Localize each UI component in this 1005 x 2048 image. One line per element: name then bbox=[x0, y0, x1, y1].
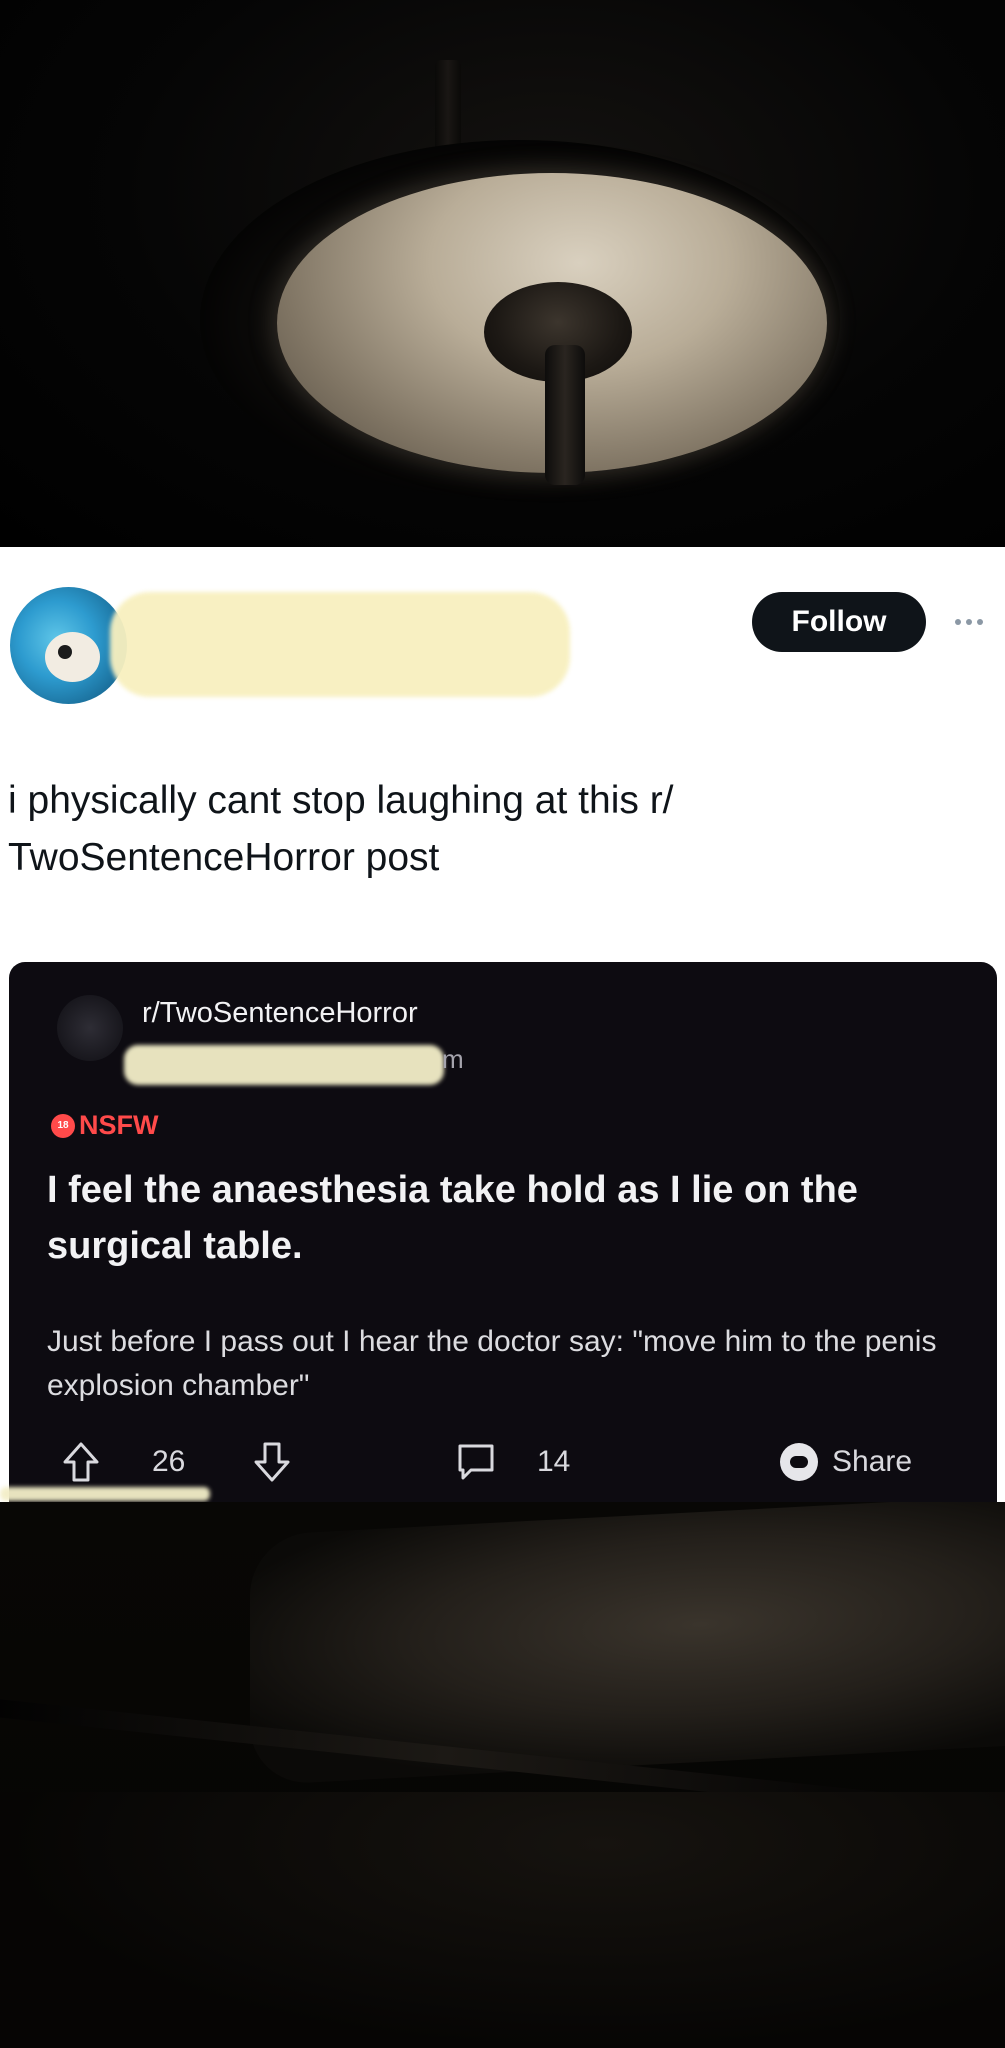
vote-score: 26 bbox=[152, 1445, 186, 1478]
share-button[interactable]: Share bbox=[780, 1432, 912, 1492]
comment-bubble-icon[interactable] bbox=[455, 1432, 497, 1492]
avatar-eye bbox=[58, 645, 72, 659]
post-body: Just before I pass out I hear the doctor… bbox=[47, 1325, 937, 1402]
nsfw-18-icon: 18 bbox=[51, 1113, 75, 1138]
avatar-face bbox=[45, 632, 100, 682]
arrow-down-icon[interactable] bbox=[252, 1432, 292, 1492]
redacted-username bbox=[110, 592, 570, 697]
comment-count: 14 bbox=[537, 1445, 571, 1478]
redacted-author bbox=[124, 1045, 444, 1085]
post-title[interactable]: I feel the anaesthesia take hold as I li… bbox=[47, 1162, 947, 1274]
nsfw-badge: 18 NSFW bbox=[51, 1110, 158, 1141]
subreddit-icon bbox=[57, 995, 123, 1061]
redacted-mark bbox=[0, 1487, 210, 1501]
post-time: m bbox=[442, 1044, 464, 1074]
reddit-post-embed[interactable]: r/TwoSentenceHorror m 18 NSFW I feel the… bbox=[9, 962, 997, 1502]
post-action-bar: 26 14 Share bbox=[47, 1432, 977, 1492]
table-base bbox=[0, 1792, 1005, 2048]
arrow-up-icon[interactable] bbox=[61, 1432, 101, 1492]
follow-button[interactable]: Follow bbox=[752, 592, 926, 652]
surgical-table-photo bbox=[0, 1502, 1005, 2048]
lamp-handle bbox=[545, 345, 585, 485]
discord-share-icon bbox=[780, 1443, 818, 1481]
surgical-lamp-photo bbox=[0, 0, 1005, 547]
more-dots-icon[interactable] bbox=[955, 615, 995, 629]
tweet-text: i physically cant stop laughing at this … bbox=[8, 779, 674, 879]
share-label: Share bbox=[832, 1445, 913, 1478]
nsfw-label: NSFW bbox=[79, 1110, 159, 1140]
tweet-card: Follow i physically cant stop laughing a… bbox=[0, 547, 1005, 1502]
subreddit-name[interactable]: r/TwoSentenceHorror bbox=[142, 997, 418, 1030]
